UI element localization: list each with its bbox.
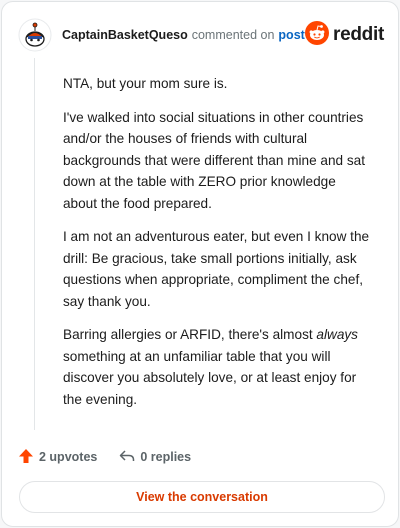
upvote-arrow-icon bbox=[18, 448, 34, 467]
username[interactable]: CaptainBasketQueso bbox=[62, 28, 188, 42]
upvote-button[interactable]: 2 upvotes bbox=[18, 448, 97, 467]
comment-paragraph-3: I am not an adventurous eater, but even … bbox=[63, 229, 370, 309]
comment-paragraph-2: I've walked into social situations in ot… bbox=[63, 109, 366, 211]
snoo-avatar-icon[interactable] bbox=[18, 18, 52, 52]
comment-emphasis: always bbox=[316, 327, 358, 342]
comment-card: CaptainBasketQueso commented on post red… bbox=[1, 1, 399, 527]
reddit-logo-icon bbox=[305, 20, 330, 50]
view-conversation-button[interactable]: View the conversation bbox=[19, 481, 385, 513]
comment-paragraph-4-start: Barring allergies or ARFID, there's almo… bbox=[63, 327, 317, 342]
comment-paragraph-1: NTA, but your mom sure is. bbox=[63, 76, 228, 91]
comment-actions: 2 upvotes 0 replies bbox=[18, 446, 191, 468]
comment-header: CaptainBasketQueso commented on post red… bbox=[18, 16, 384, 54]
comment-paragraph-4: Barring allergies or ARFID, there's almo… bbox=[63, 324, 373, 410]
reply-button[interactable]: 0 replies bbox=[119, 448, 191, 467]
upvote-count: 2 upvotes bbox=[39, 450, 98, 464]
comment-body: NTA, but your mom sure is. I've walked i… bbox=[63, 73, 373, 422]
reddit-wordmark: reddit bbox=[333, 24, 384, 45]
post-link[interactable]: post bbox=[278, 28, 304, 42]
reply-arrow-icon bbox=[119, 448, 135, 467]
comment-byline: CaptainBasketQueso commented on post bbox=[62, 28, 305, 42]
comment-paragraph-4-end: something at an unfamiliar table that yo… bbox=[63, 348, 357, 407]
commented-on-label: commented on bbox=[191, 28, 275, 42]
thread-line bbox=[34, 58, 35, 430]
reply-count: 0 replies bbox=[140, 450, 192, 464]
reddit-brand[interactable]: reddit bbox=[305, 20, 384, 50]
